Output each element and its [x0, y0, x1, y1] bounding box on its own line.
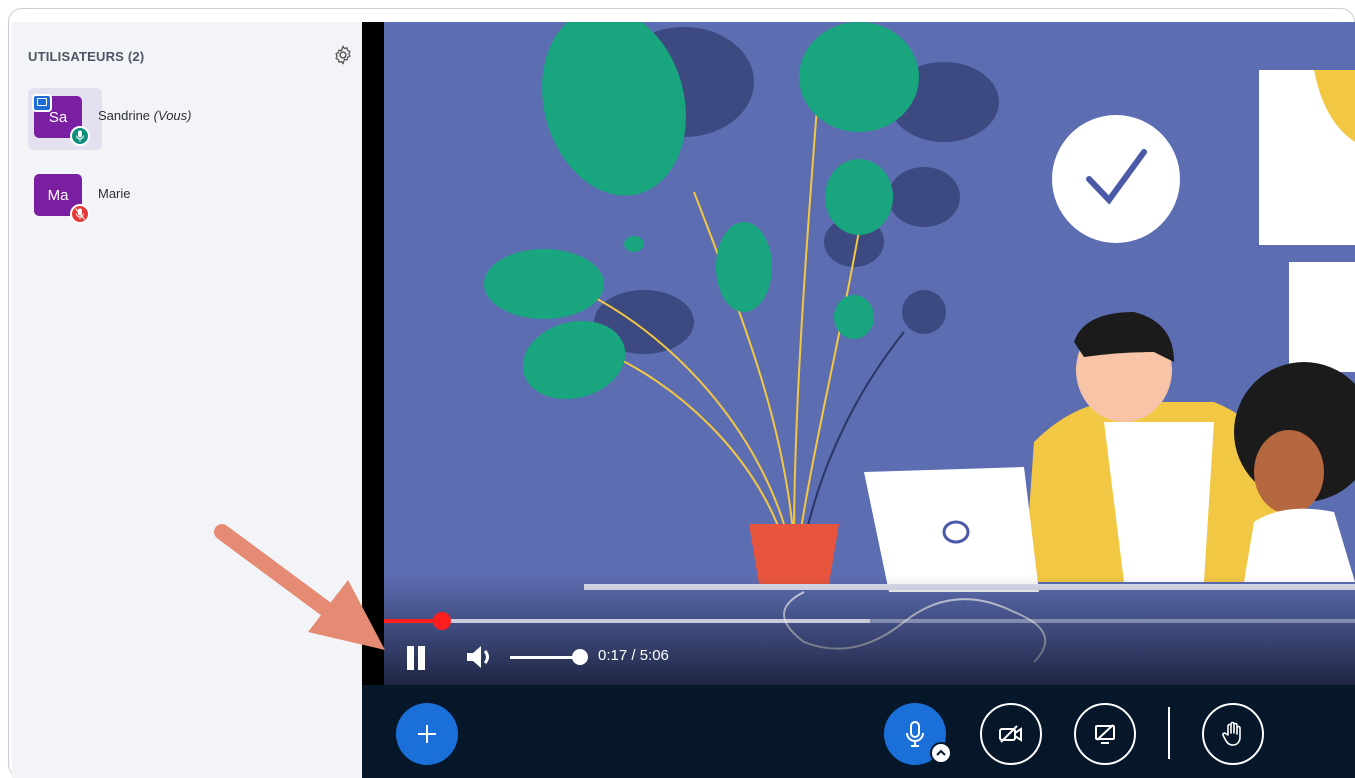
microphone-muted-icon: [70, 204, 90, 224]
microphone-icon: [70, 126, 90, 146]
seek-buffered: [384, 619, 870, 623]
volume-icon[interactable]: [464, 642, 496, 672]
gear-icon[interactable]: [332, 44, 354, 66]
volume-slider[interactable]: [510, 656, 580, 659]
video-stage: 0:17 / 5:06: [362, 22, 1355, 685]
users-sidebar: UTILISATEURS (2) Sa Sandrine (Vous) Ma M…: [12, 22, 362, 778]
screen-share-off-icon: [1095, 724, 1115, 744]
user-name: Sandrine (Vous): [98, 108, 191, 123]
seek-bar[interactable]: [384, 612, 1355, 630]
actions-button[interactable]: [396, 703, 458, 765]
user-self-tag: (Vous): [153, 108, 192, 123]
volume-handle[interactable]: [572, 649, 588, 665]
users-title: UTILISATEURS (2): [28, 49, 145, 64]
pause-icon[interactable]: [404, 644, 430, 672]
video-controls-gradient: [384, 575, 1355, 685]
camera-button[interactable]: [980, 703, 1042, 765]
user-name: Marie: [98, 186, 131, 201]
screen-share-button[interactable]: [1074, 703, 1136, 765]
audio-options-button[interactable]: [930, 742, 952, 764]
camera-off-icon: [999, 725, 1022, 743]
user-item-sandrine[interactable]: Sa Sandrine (Vous): [12, 88, 362, 154]
external-video[interactable]: 0:17 / 5:06: [384, 22, 1355, 685]
users-header: UTILISATEURS (2): [12, 44, 362, 68]
plus-icon: [418, 725, 436, 743]
video-time: 0:17 / 5:06: [598, 647, 669, 664]
user-name-text: Marie: [98, 186, 131, 201]
presenter-icon: [32, 94, 52, 112]
raise-hand-button[interactable]: [1202, 703, 1264, 765]
raise-hand-icon: [1222, 721, 1241, 746]
chevron-up-icon: [936, 749, 946, 756]
user-name-text: Sandrine: [98, 108, 151, 123]
user-item-marie[interactable]: Ma Marie: [12, 164, 362, 230]
microphone-icon: [906, 721, 924, 747]
toolbar-divider: [1168, 707, 1170, 759]
action-bar: [362, 685, 1355, 778]
